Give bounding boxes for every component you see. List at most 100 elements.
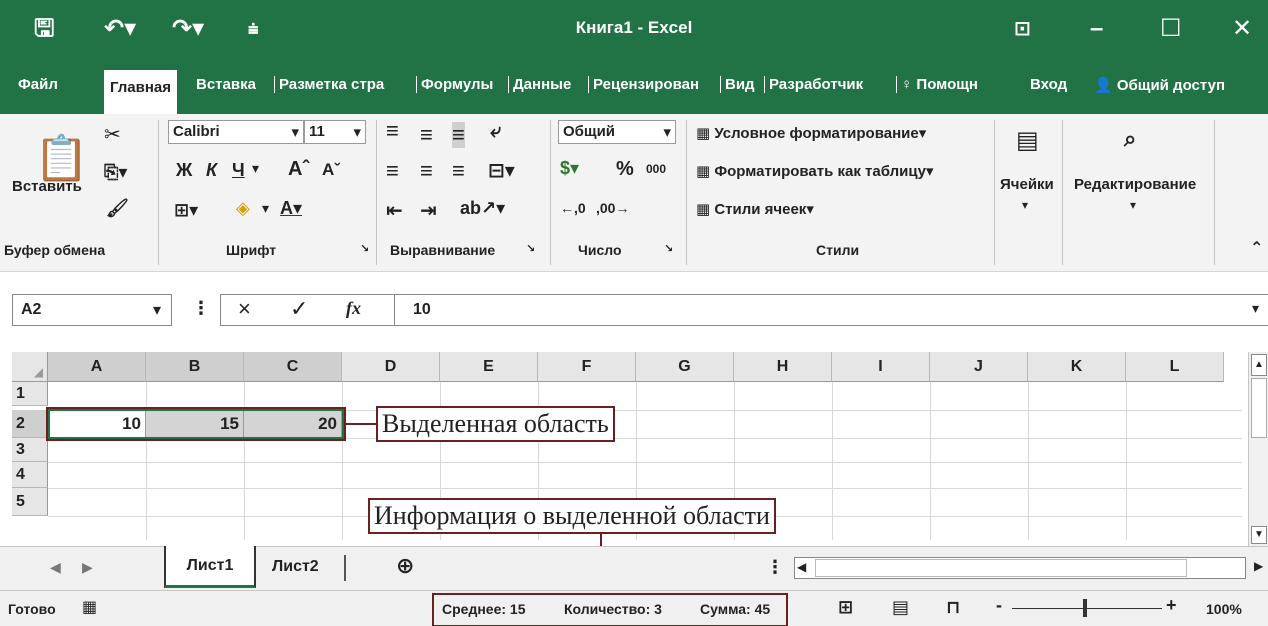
ribbon-display-icon[interactable]: ⊡ bbox=[1014, 14, 1031, 44]
underline-dropdown-icon[interactable]: ▾ bbox=[252, 160, 259, 177]
dialog-launcher-icon[interactable]: ↘ bbox=[360, 242, 369, 255]
tab-home[interactable]: Главная bbox=[104, 70, 178, 114]
increase-indent-icon[interactable]: ⇥ bbox=[420, 198, 437, 223]
normal-view-icon[interactable]: ⊞ bbox=[838, 597, 853, 618]
zoom-level[interactable]: 100% bbox=[1206, 601, 1242, 617]
column-header[interactable]: F bbox=[538, 352, 636, 382]
sheet-tab-1[interactable]: Лист1 bbox=[164, 546, 256, 588]
column-header[interactable]: H bbox=[734, 352, 832, 382]
page-break-view-icon[interactable]: ⊓ bbox=[946, 597, 960, 618]
dialog-launcher-icon[interactable]: ↘ bbox=[664, 242, 673, 255]
cell-styles-button[interactable]: ▦ Стили ячеек▾ bbox=[696, 200, 814, 218]
scroll-left-icon[interactable]: ◀ bbox=[797, 560, 806, 574]
zoom-in-icon[interactable]: + bbox=[1166, 595, 1177, 616]
align-center-icon[interactable]: ≡ bbox=[420, 158, 433, 184]
currency-icon[interactable]: $▾ bbox=[560, 158, 579, 179]
paste-button[interactable]: Вставить bbox=[12, 178, 82, 195]
select-all-button[interactable]: ◢ bbox=[12, 352, 48, 382]
orientation-icon[interactable]: ab↗▾ bbox=[460, 198, 505, 219]
search-icon[interactable]: ⌕ bbox=[1124, 126, 1136, 152]
editing-button[interactable]: Редактирование bbox=[1074, 176, 1196, 193]
borders-icon[interactable]: ⊞▾ bbox=[174, 200, 198, 221]
tab-developer[interactable]: Разработчик bbox=[764, 76, 863, 93]
next-sheet-icon[interactable]: ▶ bbox=[82, 559, 93, 576]
cut-icon[interactable]: ✂ bbox=[104, 122, 121, 147]
tab-review[interactable]: Рецензирован bbox=[588, 76, 699, 93]
macro-record-icon[interactable]: ▦ bbox=[82, 597, 97, 617]
column-header[interactable]: A bbox=[48, 352, 146, 382]
format-painter-icon[interactable]: 🖌 bbox=[106, 198, 129, 219]
sign-in-link[interactable]: Вход bbox=[1030, 76, 1067, 93]
tab-view[interactable]: Вид bbox=[720, 76, 755, 93]
tab-page-layout[interactable]: Разметка стра bbox=[274, 76, 384, 93]
vertical-scrollbar[interactable]: ▲ ▼ bbox=[1248, 352, 1268, 546]
row-header[interactable]: 3 bbox=[12, 438, 48, 462]
cells-button[interactable]: Ячейки bbox=[1000, 176, 1054, 193]
worksheet-grid[interactable]: ◢ A B C D E F G H I J K L 1 2 3 4 5 10 1… bbox=[0, 344, 1268, 546]
align-bottom-icon[interactable]: ≡ bbox=[452, 122, 465, 148]
zoom-out-icon[interactable]: - bbox=[996, 595, 1002, 616]
fill-color-icon[interactable]: ◈ bbox=[236, 198, 250, 219]
name-box[interactable]: A2 ▾ bbox=[12, 294, 172, 326]
collapse-ribbon-icon[interactable]: ⌃ bbox=[1250, 238, 1263, 258]
copy-icon[interactable]: ⎘▾ bbox=[104, 162, 127, 183]
column-header[interactable]: I bbox=[832, 352, 930, 382]
scroll-down-icon[interactable]: ▼ bbox=[1251, 526, 1267, 544]
align-right-icon[interactable]: ≡ bbox=[452, 158, 465, 184]
comma-style-button[interactable]: 000 bbox=[646, 162, 666, 176]
scroll-thumb[interactable] bbox=[815, 559, 1187, 577]
scroll-up-icon[interactable]: ▲ bbox=[1251, 354, 1267, 376]
scroll-right-icon[interactable]: ▶ bbox=[1254, 559, 1263, 573]
fill-color-dropdown-icon[interactable]: ▾ bbox=[262, 200, 269, 217]
column-header[interactable]: D bbox=[342, 352, 440, 382]
bold-button[interactable]: Ж bbox=[176, 160, 192, 181]
tab-insert[interactable]: Вставка bbox=[196, 76, 256, 93]
tab-help[interactable]: ♀ Помощн bbox=[896, 76, 978, 93]
cancel-icon[interactable]: × bbox=[238, 296, 251, 322]
merge-center-icon[interactable]: ⊟▾ bbox=[488, 158, 515, 183]
expand-formula-icon[interactable]: ▾ bbox=[1252, 300, 1259, 317]
wrap-text-icon[interactable]: ⤶ bbox=[490, 120, 501, 143]
number-format-select[interactable]: Общий ▾ bbox=[558, 120, 676, 144]
font-color-icon[interactable]: A▾ bbox=[280, 198, 302, 219]
column-header[interactable]: E bbox=[440, 352, 538, 382]
scroll-thumb[interactable] bbox=[1251, 378, 1267, 438]
chevron-down-icon[interactable]: ▾ bbox=[1022, 198, 1028, 212]
column-header[interactable]: K bbox=[1028, 352, 1126, 382]
sheet-tab-2[interactable]: Лист2 bbox=[272, 558, 319, 576]
row-header[interactable]: 4 bbox=[12, 462, 48, 488]
underline-button[interactable]: Ч bbox=[232, 160, 245, 181]
zoom-slider-thumb[interactable] bbox=[1083, 599, 1087, 617]
minimize-icon[interactable]: – bbox=[1090, 14, 1103, 44]
font-size-select[interactable]: 11 ▾ bbox=[304, 120, 366, 144]
tab-data[interactable]: Данные bbox=[508, 76, 571, 93]
prev-sheet-icon[interactable]: ◀ bbox=[50, 559, 61, 576]
formula-input[interactable]: 10 bbox=[394, 294, 1268, 326]
cells-icon[interactable]: ▤ bbox=[1016, 126, 1039, 155]
column-header[interactable]: L bbox=[1126, 352, 1224, 382]
align-top-icon[interactable]: ≡ bbox=[386, 118, 399, 144]
font-name-select[interactable]: Calibri ▾ bbox=[168, 120, 304, 144]
align-middle-icon[interactable]: ≡ bbox=[420, 122, 433, 148]
more-icon[interactable]: ⋮ bbox=[192, 298, 210, 319]
row-header[interactable]: 2 bbox=[12, 410, 48, 438]
page-layout-view-icon[interactable]: ▤ bbox=[892, 597, 909, 618]
maximize-icon[interactable]: ☐ bbox=[1160, 14, 1182, 44]
tab-formulas[interactable]: Формулы bbox=[416, 76, 493, 93]
format-as-table-button[interactable]: ▦ Форматировать как таблицу▾ bbox=[696, 162, 933, 180]
horizontal-scrollbar[interactable]: ◀ bbox=[794, 557, 1246, 579]
chevron-down-icon[interactable]: ▾ bbox=[1130, 198, 1136, 212]
column-header[interactable]: J bbox=[930, 352, 1028, 382]
decrease-decimal-icon[interactable]: ,00→ bbox=[596, 200, 629, 216]
decrease-font-icon[interactable]: Aˇ bbox=[322, 160, 340, 180]
row-header[interactable]: 1 bbox=[12, 382, 48, 406]
align-left-icon[interactable]: ≡ bbox=[386, 158, 399, 184]
column-header[interactable]: B bbox=[146, 352, 244, 382]
paste-icon[interactable]: 📋 bbox=[34, 132, 89, 184]
decrease-indent-icon[interactable]: ⇤ bbox=[386, 198, 403, 223]
insert-function-icon[interactable]: fx bbox=[346, 298, 361, 319]
zoom-slider[interactable] bbox=[1012, 608, 1162, 609]
column-header[interactable]: G bbox=[636, 352, 734, 382]
more-icon[interactable]: ⋮ bbox=[766, 557, 784, 578]
row-header[interactable]: 5 bbox=[12, 488, 48, 516]
